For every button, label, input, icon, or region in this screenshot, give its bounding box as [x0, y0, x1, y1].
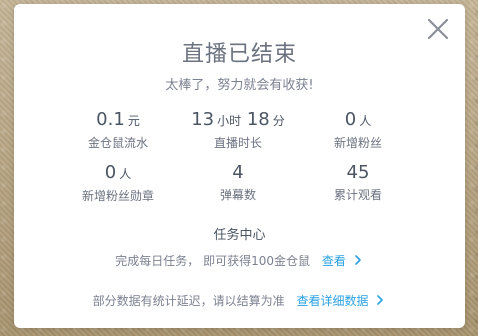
stat-new-fans-label: 新增粉丝 — [333, 136, 382, 150]
task-center-desc-row: 完成每日任务， 即可获得100金仓鼠 查看 — [14, 252, 465, 269]
stat-new-medals-label: 新增粉丝勋章 — [81, 189, 154, 203]
stat-total-views-label: 累计观看 — [333, 188, 382, 202]
task-center-title: 任务中心 — [213, 228, 266, 243]
stat-duration-value: 13 小时 18 分 — [178, 109, 298, 132]
stats-row-1: 0.1 元 金仓鼠流水 13 小时 18 分 直播时长 0人 新增粉丝 — [58, 109, 418, 151]
stat-revenue-number: 0.1 — [96, 109, 125, 130]
footer-note: 部分数据有统计延迟，请以结算为准 — [92, 294, 285, 308]
stat-danmaku-number: 4 — [232, 162, 244, 183]
stat-total-views: 45 累计观看 — [298, 162, 418, 204]
task-view-link[interactable]: 查看 — [322, 254, 364, 268]
stat-new-fans-value: 0人 — [298, 109, 418, 132]
task-center-desc: 完成每日任务， 即可获得100金仓鼠 — [115, 254, 311, 268]
stat-new-fans-number: 0 — [344, 109, 357, 130]
detail-data-link[interactable]: 查看详细数据 — [297, 294, 387, 308]
stat-danmaku-label: 弹幕数 — [219, 188, 256, 202]
stat-revenue: 0.1 元 金仓鼠流水 — [58, 109, 178, 151]
stat-revenue-unit: 元 — [127, 114, 140, 128]
stat-duration-minutes-unit: 分 — [272, 114, 285, 128]
stat-total-views-number: 45 — [346, 162, 370, 183]
task-view-link-label: 查看 — [321, 254, 346, 268]
dialog-title: 直播已结束 — [181, 42, 297, 67]
stat-total-views-value: 45 — [298, 162, 418, 184]
stat-revenue-label: 金仓鼠流水 — [87, 136, 148, 150]
dialog-subtitle: 太棒了，努力就会有收获! — [165, 78, 314, 93]
stats-row-2: 0人 新增粉丝勋章 4 弹幕数 45 累计观看 — [58, 162, 418, 204]
stat-danmaku: 4 弹幕数 — [178, 162, 298, 204]
stat-danmaku-value: 4 — [178, 162, 298, 184]
stat-duration-label: 直播时长 — [213, 136, 262, 150]
stat-revenue-value: 0.1 元 — [58, 109, 178, 132]
live-ended-dialog: 直播已结束 太棒了，努力就会有收获! 0.1 元 金仓鼠流水 13 小时 18 分 直… — [14, 4, 465, 328]
detail-data-link-label: 查看详细数据 — [296, 294, 369, 308]
stat-new-medals-unit: 人 — [119, 167, 132, 181]
stat-duration-hours: 13 — [191, 109, 215, 130]
footer-row: 部分数据有统计延迟，请以结算为准 查看详细数据 — [14, 292, 465, 309]
chevron-right-icon — [352, 254, 364, 266]
stat-new-fans: 0人 新增粉丝 — [298, 109, 418, 151]
stat-new-medals-value: 0人 — [58, 162, 178, 185]
stat-duration: 13 小时 18 分 直播时长 — [178, 109, 298, 151]
stat-new-medals: 0人 新增粉丝勋章 — [58, 162, 178, 204]
stat-duration-minutes: 18 — [246, 109, 270, 130]
chevron-right-icon — [374, 294, 386, 306]
stat-new-fans-unit: 人 — [359, 114, 372, 128]
stat-new-medals-number: 0 — [104, 162, 117, 183]
stat-duration-hours-unit: 小时 — [217, 114, 242, 128]
